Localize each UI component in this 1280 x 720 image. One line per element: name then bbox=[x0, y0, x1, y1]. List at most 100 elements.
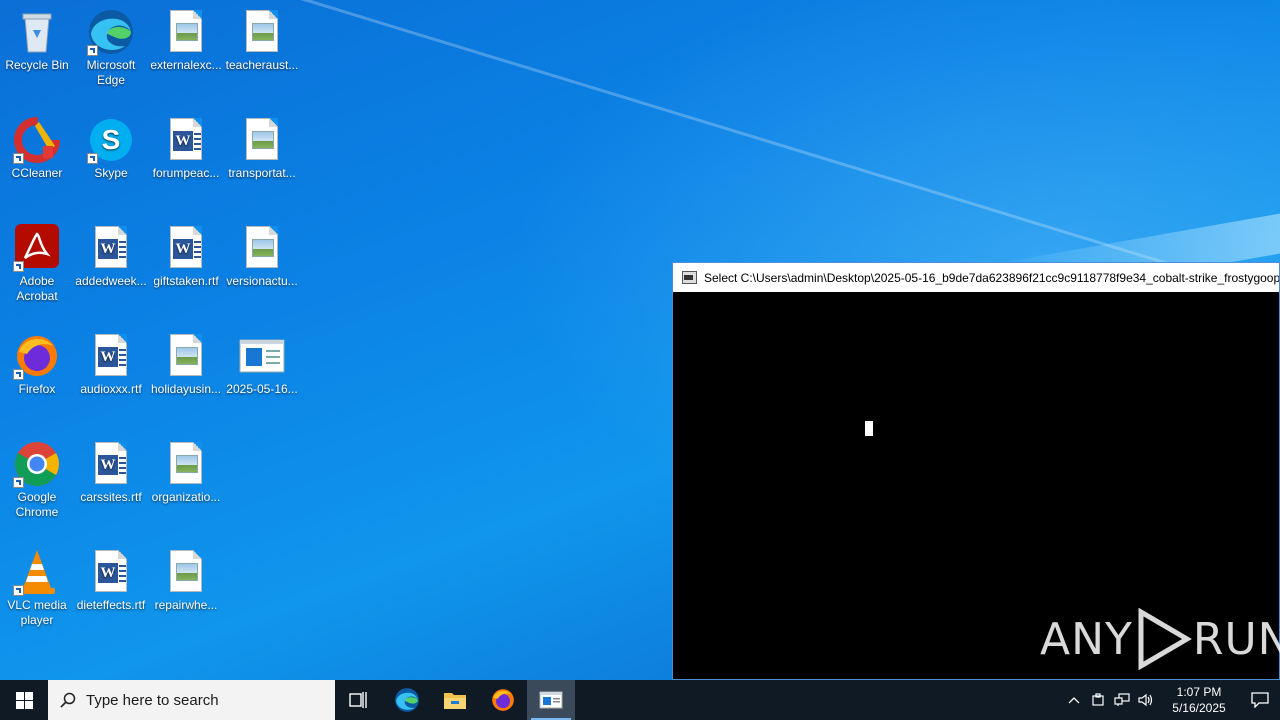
console-app-icon bbox=[682, 271, 697, 284]
image-file-icon bbox=[238, 116, 286, 164]
edge-icon bbox=[87, 8, 135, 56]
desktop-icon-label: repairwhe... bbox=[154, 598, 218, 612]
chrome-icon bbox=[13, 440, 61, 488]
taskbar-console-app[interactable] bbox=[527, 680, 575, 720]
start-button[interactable] bbox=[0, 680, 48, 720]
shortcut-arrow-icon bbox=[87, 45, 98, 56]
show-hidden-icons-button[interactable] bbox=[1062, 680, 1086, 720]
desktop-icon-label: dieteffects.rtf bbox=[76, 598, 146, 612]
watermark-text-left: ANY bbox=[1040, 613, 1133, 665]
console-title-text: Select C:\Users\admin\Desktop\2025-05-16… bbox=[704, 270, 1279, 285]
console-app-icon bbox=[539, 691, 563, 709]
word-doc-icon: W bbox=[87, 224, 135, 272]
desktop-icon-microsoft-edge[interactable]: Microsoft Edge bbox=[74, 8, 148, 88]
shortcut-arrow-icon bbox=[13, 261, 24, 272]
desktop-icon-ccleaner[interactable]: CCleaner bbox=[0, 116, 74, 181]
word-doc-icon: W bbox=[162, 116, 210, 164]
shortcut-arrow-icon bbox=[13, 369, 24, 380]
tray-network-button[interactable] bbox=[1110, 680, 1134, 720]
console-cursor bbox=[865, 421, 873, 436]
image-file-icon bbox=[238, 8, 286, 56]
word-doc-icon: W bbox=[162, 224, 210, 272]
firefox-icon bbox=[492, 689, 514, 711]
tray-device-button[interactable] bbox=[1086, 680, 1110, 720]
image-file-icon bbox=[162, 440, 210, 488]
taskbar-search-box[interactable]: Type here to search bbox=[48, 680, 335, 720]
desktop-icon-label: 2025-05-16... bbox=[226, 382, 298, 396]
anyrun-watermark: ANY RUN bbox=[1040, 608, 1280, 670]
desktop-icon-file[interactable]: W carssites.rtf bbox=[74, 440, 148, 505]
action-center-button[interactable] bbox=[1240, 680, 1280, 720]
clock-date: 5/16/2025 bbox=[1172, 701, 1226, 715]
desktop-icon-file[interactable]: teacheraust... bbox=[225, 8, 299, 73]
desktop-icon-file[interactable]: W audioxxx.rtf bbox=[74, 332, 148, 397]
windows-logo-icon bbox=[15, 691, 33, 709]
task-view-button[interactable] bbox=[335, 680, 383, 720]
desktop-icon-label: transportat... bbox=[228, 166, 296, 180]
desktop-icon-label: Adobe Acrobat bbox=[16, 274, 58, 303]
desktop-icon-file[interactable]: versionactu... bbox=[225, 224, 299, 289]
desktop-icon-label: Recycle Bin bbox=[5, 58, 69, 72]
desktop-icon-file[interactable]: W giftstaken.rtf bbox=[149, 224, 223, 289]
recycle-bin-icon bbox=[13, 8, 61, 56]
image-file-icon bbox=[162, 8, 210, 56]
taskbar-firefox[interactable] bbox=[479, 680, 527, 720]
desktop-icon-recycle-bin[interactable]: Recycle Bin bbox=[0, 8, 74, 73]
image-file-icon bbox=[162, 332, 210, 380]
desktop-icon-file[interactable]: W forumpeac... bbox=[149, 116, 223, 181]
desktop-icon-label: versionactu... bbox=[226, 274, 298, 288]
desktop-icon-file[interactable]: organizatio... bbox=[149, 440, 223, 505]
image-file-icon bbox=[238, 224, 286, 272]
desktop-icon-label: organizatio... bbox=[151, 490, 221, 504]
word-doc-icon: W bbox=[87, 332, 135, 380]
svg-text:S: S bbox=[102, 124, 121, 155]
watermark-text-right: RUN bbox=[1192, 613, 1280, 665]
taskbar-file-explorer[interactable] bbox=[431, 680, 479, 720]
desktop-icon-label: forumpeac... bbox=[152, 166, 220, 180]
desktop-icon-google-chrome[interactable]: Google Chrome bbox=[0, 440, 74, 520]
play-logo-icon bbox=[1138, 608, 1192, 670]
device-icon bbox=[1092, 693, 1104, 706]
desktop-icon-file[interactable]: transportat... bbox=[225, 116, 299, 181]
desktop-icon-file[interactable]: W dieteffects.rtf bbox=[74, 548, 148, 613]
edge-icon bbox=[395, 688, 419, 712]
clock-time: 1:07 PM bbox=[1176, 685, 1222, 699]
file-explorer-icon bbox=[444, 693, 466, 709]
desktop-icon-vlc[interactable]: VLC media player bbox=[0, 548, 74, 628]
taskbar: Type here to search 1:07 PM 5/16/2025 bbox=[0, 680, 1280, 720]
desktop-icon-label: Skype bbox=[94, 166, 128, 180]
desktop-icon-label: audioxxx.rtf bbox=[80, 382, 142, 396]
desktop-icon-label: VLC media player bbox=[7, 598, 67, 627]
desktop-icon-adobe-acrobat[interactable]: Adobe Acrobat bbox=[0, 224, 74, 304]
desktop-icon-label: giftstaken.rtf bbox=[153, 274, 219, 288]
desktop-icon-file[interactable]: W addedweek... bbox=[74, 224, 148, 289]
desktop-icon-label: addedweek... bbox=[75, 274, 147, 288]
desktop-icon-label: Google Chrome bbox=[15, 490, 59, 519]
desktop-icon-label: holidayusin... bbox=[150, 382, 222, 396]
word-doc-icon: W bbox=[87, 440, 135, 488]
desktop-icon-label: carssites.rtf bbox=[80, 490, 142, 504]
desktop-icon-label: Microsoft Edge bbox=[86, 58, 136, 87]
desktop-icon-label: Firefox bbox=[18, 382, 56, 396]
desktop-icon-file[interactable]: repairwhe... bbox=[149, 548, 223, 613]
network-icon bbox=[1114, 693, 1130, 706]
shortcut-arrow-icon bbox=[87, 153, 98, 164]
ccleaner-icon bbox=[13, 116, 61, 164]
taskbar-clock[interactable]: 1:07 PM 5/16/2025 bbox=[1164, 684, 1234, 716]
skype-icon: S bbox=[87, 116, 135, 164]
tray-volume-button[interactable] bbox=[1134, 680, 1158, 720]
task-view-icon bbox=[349, 692, 367, 708]
desktop-icon-exe[interactable]: 2025-05-16... bbox=[225, 332, 299, 397]
word-doc-icon: W bbox=[87, 548, 135, 596]
system-tray: 1:07 PM 5/16/2025 bbox=[1062, 680, 1280, 720]
desktop-icon-file[interactable]: externalexc... bbox=[149, 8, 223, 73]
desktop-icon-firefox[interactable]: Firefox bbox=[0, 332, 74, 397]
desktop-icon-skype[interactable]: S Skype bbox=[74, 116, 148, 181]
console-title-bar[interactable]: Select C:\Users\admin\Desktop\2025-05-16… bbox=[673, 263, 1279, 292]
desktop-icon-label: externalexc... bbox=[150, 58, 222, 72]
image-file-icon bbox=[162, 548, 210, 596]
desktop-icon-file[interactable]: holidayusin... bbox=[149, 332, 223, 397]
vlc-icon bbox=[13, 548, 61, 596]
taskbar-edge[interactable] bbox=[383, 680, 431, 720]
search-placeholder: Type here to search bbox=[86, 691, 219, 709]
